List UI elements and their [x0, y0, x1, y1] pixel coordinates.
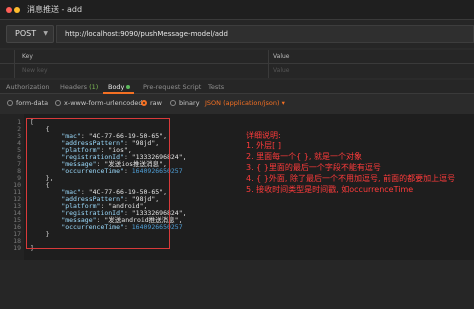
close-window-icon[interactable] [6, 7, 12, 13]
radio-circle-icon [55, 100, 61, 106]
window-title: 消息推送 - add [27, 5, 83, 14]
body-status-dot-icon [126, 85, 131, 89]
new-value-input[interactable]: Value [273, 67, 289, 74]
highlight-box [26, 118, 170, 249]
tab-tests[interactable]: Tests [208, 83, 224, 91]
annotation-line: 详细说明: [246, 131, 281, 140]
window-titlebar: 消息推送 - add [0, 0, 474, 20]
request-tabs: Authorization Headers (1) Body Pre-reque… [0, 80, 474, 94]
radio-raw[interactable]: raw [141, 99, 162, 107]
annotation-line: 4. { }外面, 除了最后一个不用加逗号, 前面的都要加上逗号 [246, 174, 456, 183]
params-table: Key Value New key Value [0, 50, 474, 78]
minimize-window-icon[interactable] [14, 7, 20, 13]
radio-binary[interactable]: binary [170, 99, 200, 107]
key-column-header: Key [22, 53, 33, 60]
params-divider [0, 63, 474, 64]
chevron-down-icon: ▾ [281, 99, 285, 107]
radio-form-data[interactable]: form-data [7, 99, 48, 107]
annotation-line: 3. { }里面的最后一个字段不能有逗号 [246, 163, 381, 172]
params-divider [14, 50, 15, 78]
format-label: JSON (application/json) [205, 99, 280, 107]
radio-raw-label: raw [150, 99, 162, 107]
params-divider [268, 50, 269, 78]
headers-count-badge: (1) [89, 83, 99, 91]
radio-selected-icon [141, 100, 147, 106]
tab-body-label: Body [108, 83, 125, 91]
method-dropdown[interactable]: POST ▼ [6, 25, 54, 43]
tab-headers-label: Headers [60, 83, 88, 91]
url-input[interactable]: http://localhost:9090/pushMessage-model/… [56, 25, 474, 43]
annotation-line: 1. 外层[ ] [246, 141, 281, 150]
line-number: 19 [13, 244, 21, 252]
tab-headers[interactable]: Headers (1) [60, 83, 98, 91]
tab-pre-request-script[interactable]: Pre-request Script [143, 83, 201, 91]
radio-form-data-label: form-data [16, 99, 49, 107]
tab-body[interactable]: Body [108, 83, 131, 91]
radio-circle-icon [170, 100, 176, 106]
request-bar: POST ▼ http://localhost:9090/pushMessage… [0, 20, 474, 48]
radio-binary-label: binary [179, 99, 200, 107]
tab-authorization[interactable]: Authorization [6, 83, 50, 91]
active-tab-indicator [103, 92, 134, 94]
format-dropdown[interactable]: JSON (application/json) ▾ [205, 99, 285, 107]
radio-x-www-form-urlencoded[interactable]: x-www-form-urlencoded [55, 99, 143, 107]
annotation-line: 5. 接收时间类型是时间戳, 如occurrenceTime [246, 185, 414, 194]
radio-circle-icon [7, 100, 13, 106]
radio-urlencoded-label: x-www-form-urlencoded [64, 99, 143, 107]
chevron-down-icon: ▼ [43, 30, 48, 37]
new-key-input[interactable]: New key [22, 67, 48, 74]
annotation-line: 2. 里面每一个{ }, 就是一个对象 [246, 152, 362, 161]
value-column-header: Value [273, 53, 290, 60]
method-label: POST [15, 29, 37, 38]
body-type-options: form-data x-www-form-urlencoded raw bina… [0, 96, 474, 112]
response-panel [0, 260, 474, 309]
